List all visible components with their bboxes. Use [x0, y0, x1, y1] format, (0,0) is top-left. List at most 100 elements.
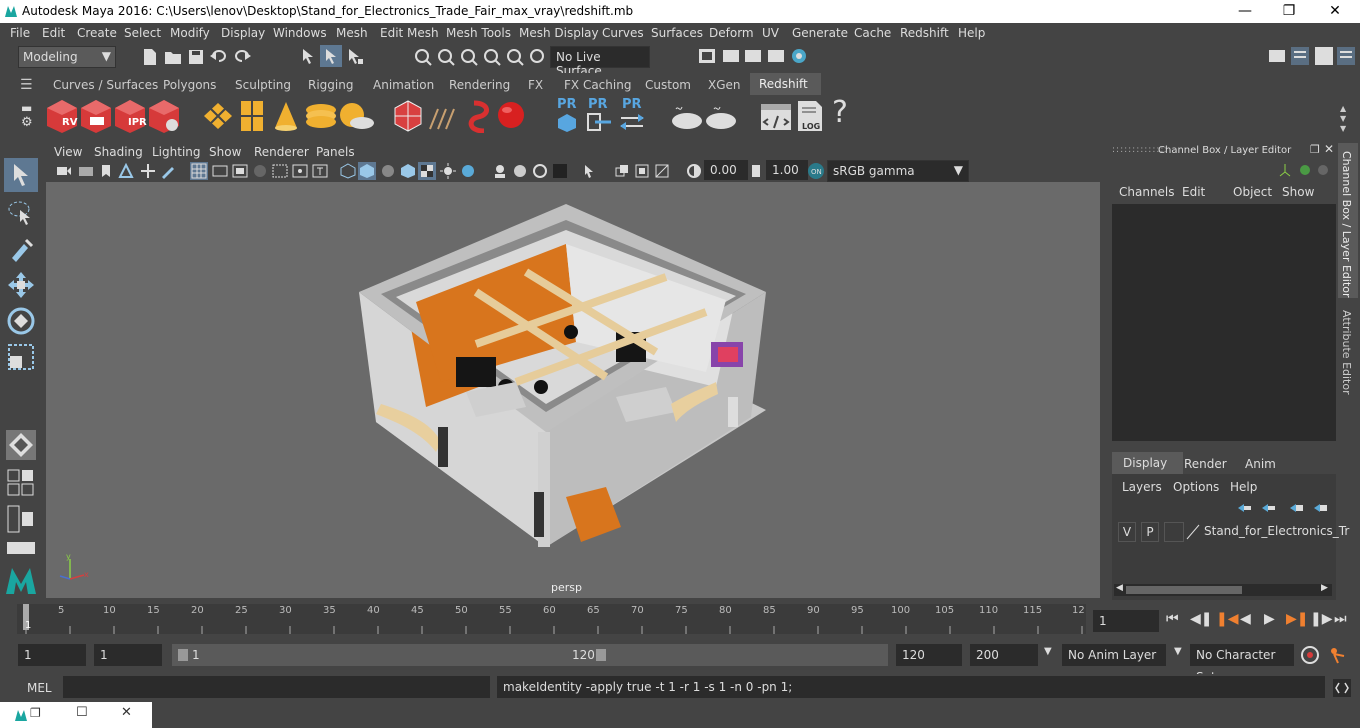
frame-selection-icon[interactable] [654, 163, 670, 179]
snap-curve-icon[interactable] [437, 48, 455, 66]
start-time-field[interactable]: 1 [18, 644, 86, 666]
textured-icon[interactable] [400, 163, 416, 179]
shelf-toggle-icon[interactable]: ▬ [21, 101, 32, 115]
panel-menu-show[interactable]: Show [209, 145, 241, 159]
menu-file[interactable]: File [10, 26, 30, 40]
shelf-scroll-arrows-icon[interactable]: ▲ ▼ ▼ [1340, 104, 1346, 134]
outliner-layout-icon[interactable] [6, 540, 36, 556]
workspace-icon[interactable] [1268, 47, 1286, 65]
rs-material-icon[interactable] [670, 103, 704, 131]
field-chart-icon[interactable] [272, 163, 288, 179]
smooth-shade-toggle[interactable] [358, 162, 376, 180]
rs-proxy-import-icon[interactable] [585, 112, 613, 132]
move-tool-icon[interactable] [6, 270, 36, 300]
scroll-thumb[interactable] [1126, 586, 1242, 594]
chevron-down-icon[interactable]: ▼ [1174, 646, 1182, 657]
outliner-axis-icon[interactable] [1278, 163, 1292, 177]
gamma-field[interactable]: 1.00 [766, 160, 808, 180]
range-start-handle[interactable] [178, 649, 188, 661]
scroll-left-icon[interactable]: ◀ [1116, 583, 1123, 593]
open-scene-icon[interactable] [164, 49, 182, 65]
rs-dome-light-icon[interactable] [496, 99, 526, 131]
grid-toggle[interactable] [190, 162, 208, 180]
menu-windows[interactable]: Windows [273, 26, 327, 40]
menu-curves[interactable]: Curves [602, 26, 644, 40]
view-transform-dropdown[interactable]: sRGB gamma ▼ [827, 160, 969, 182]
layer-color-swatch-icon[interactable] [1186, 524, 1200, 540]
menu-surfaces[interactable]: Surfaces [651, 26, 703, 40]
isolate-select-icon[interactable] [492, 163, 508, 179]
rs-sun-sky-icon[interactable] [338, 101, 374, 131]
play-backwards-icon[interactable]: ◀ [1240, 611, 1251, 627]
channel-menu-edit[interactable]: Edit [1182, 185, 1205, 199]
menu-cache[interactable]: Cache [854, 26, 891, 40]
move-layer-up-icon[interactable] [1236, 502, 1252, 514]
menu-select[interactable]: Select [124, 26, 161, 40]
select-tool-button[interactable] [4, 158, 38, 192]
maya-app-icon[interactable] [14, 708, 28, 722]
layer-name[interactable]: Stand_for_Electronics_Tr [1204, 524, 1349, 538]
shelf-tab-animation[interactable]: Animation [373, 78, 434, 92]
shelf-tab-rendering[interactable]: Rendering [449, 78, 510, 92]
menu-create[interactable]: Create [77, 26, 117, 40]
gate-mask-icon[interactable] [252, 163, 268, 179]
layer-menu-help[interactable]: Help [1230, 480, 1257, 494]
step-back-icon[interactable]: ◀❚ [1190, 611, 1213, 627]
snap-surface-icon[interactable] [506, 48, 524, 66]
layer-display-type[interactable] [1164, 522, 1184, 542]
menu-mesh[interactable]: Mesh [336, 26, 368, 40]
shelf-settings-gear-icon[interactable]: ⚙ [21, 115, 33, 130]
xray-icon[interactable] [512, 163, 528, 179]
current-frame-field[interactable]: 1 [1093, 610, 1159, 632]
channel-menu-channels[interactable]: Channels [1119, 185, 1175, 199]
safe-action-icon[interactable] [292, 163, 308, 179]
chevron-down-icon[interactable]: ▼ [1044, 646, 1052, 657]
gamma-icon[interactable] [748, 163, 764, 179]
select-object-button[interactable] [320, 45, 342, 67]
camera-lock-icon[interactable] [78, 164, 94, 178]
maya-home-icon[interactable] [4, 564, 38, 596]
highlight-select-icon[interactable] [582, 163, 598, 179]
snap-point-icon[interactable] [460, 48, 478, 66]
layer-menu-layers[interactable]: Layers [1122, 480, 1162, 494]
mode-dropdown[interactable]: Modeling ▼ [18, 46, 116, 68]
channel-list[interactable] [1112, 204, 1336, 441]
script-editor-icon[interactable] [1332, 678, 1352, 698]
layer-playback-toggle[interactable]: P [1141, 522, 1159, 542]
two-sided-lighting-icon[interactable] [614, 163, 630, 179]
select-hierarchy-icon[interactable] [300, 47, 318, 65]
rs-ies-light-icon[interactable] [464, 99, 494, 133]
wireframe-on-shaded-icon[interactable] [380, 163, 396, 179]
rs-portal-light-icon[interactable] [428, 103, 460, 131]
hypershade-icon[interactable] [790, 47, 808, 65]
rotate-tool-icon[interactable] [6, 306, 36, 336]
restore-icon[interactable]: ❐ [30, 706, 41, 720]
shelf-menu-icon[interactable]: ☰ [20, 77, 33, 93]
close-button[interactable]: ✕ [1312, 1, 1358, 21]
new-layer-selected-icon[interactable] [1312, 502, 1328, 514]
channel-box-toggle-icon[interactable] [1336, 46, 1356, 66]
menu-edit-mesh[interactable]: Edit Mesh [380, 26, 439, 40]
time-slider[interactable]: 1 5 10 15 20 25 30 35 40 45 50 55 60 65 … [17, 604, 1086, 634]
channel-box-side-tab[interactable]: Channel Box / Layer Editor [1338, 143, 1358, 298]
rs-spot-light-icon[interactable] [272, 100, 300, 132]
shadows-icon[interactable] [460, 163, 476, 179]
xray-joints-icon[interactable] [532, 163, 548, 179]
exposure-field[interactable]: 0.00 [704, 160, 748, 180]
live-surface-field[interactable]: No Live Surface [550, 46, 650, 78]
character-set-field[interactable]: No Character Set [1190, 644, 1294, 684]
color-management-icon[interactable]: ON [807, 162, 825, 180]
shelf-tab-curves-surfaces[interactable]: Curves / Surfaces [53, 78, 158, 92]
new-layer-icon[interactable] [1288, 502, 1304, 514]
two-d-pan-icon[interactable] [140, 163, 156, 179]
rs-help-icon[interactable]: ? [832, 95, 848, 130]
shelf-tab-polygons[interactable]: Polygons [163, 78, 216, 92]
shelf-tab-xgen[interactable]: XGen [708, 78, 741, 92]
rs-script-editor-icon[interactable] [760, 103, 792, 131]
four-view-layout-icon[interactable] [6, 468, 36, 498]
menu-display[interactable]: Display [221, 26, 265, 40]
auto-key-icon[interactable] [1300, 645, 1320, 665]
safe-title-icon[interactable] [312, 163, 328, 179]
render-frame-icon[interactable] [722, 48, 740, 64]
menu-mesh-display[interactable]: Mesh Display [519, 26, 599, 40]
